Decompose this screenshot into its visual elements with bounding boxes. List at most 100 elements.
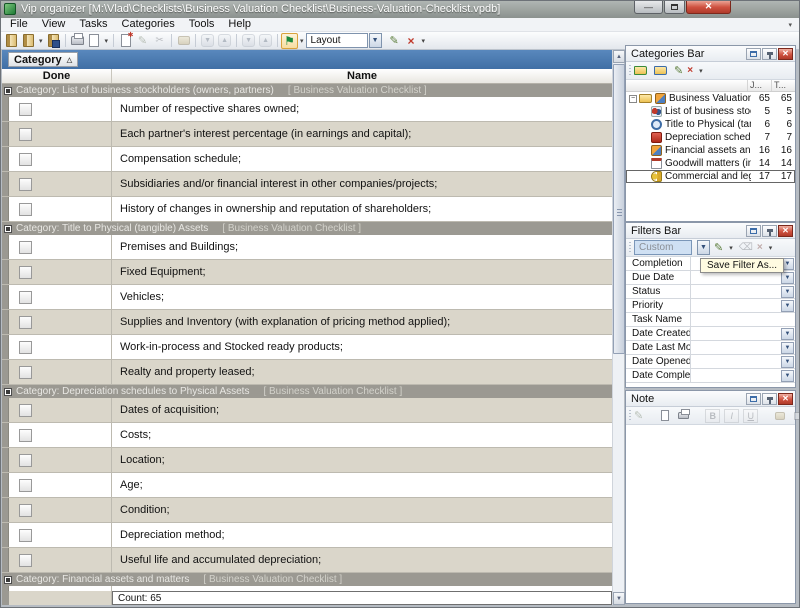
filter-value[interactable] bbox=[691, 285, 781, 298]
task-row[interactable]: Costs; bbox=[2, 423, 612, 448]
manage-categories-button[interactable] bbox=[654, 66, 667, 75]
task-row[interactable]: Vehicles; bbox=[2, 285, 612, 310]
filter-value[interactable] bbox=[691, 313, 795, 326]
menu-help[interactable]: Help bbox=[221, 18, 258, 31]
done-checkbox[interactable] bbox=[19, 504, 32, 517]
collapse-all-button[interactable]: ▲ bbox=[257, 33, 274, 49]
collapse-icon[interactable]: − bbox=[629, 95, 637, 103]
scroll-down-icon[interactable]: ▼ bbox=[613, 592, 625, 605]
done-checkbox[interactable] bbox=[19, 128, 32, 141]
edit-category-button[interactable]: ✎ bbox=[674, 64, 683, 77]
tree-count-column-2[interactable]: T... bbox=[771, 80, 795, 91]
filter-value[interactable] bbox=[691, 355, 781, 368]
filter-value[interactable] bbox=[691, 369, 781, 382]
bold-button[interactable]: B bbox=[705, 409, 720, 423]
hide-completed-button[interactable] bbox=[175, 33, 192, 49]
delete-category-button[interactable]: × bbox=[687, 65, 693, 76]
done-checkbox[interactable] bbox=[19, 554, 32, 567]
maximize-button[interactable] bbox=[664, 0, 685, 14]
category-tree-item[interactable]: List of business stockholders (owners, p… bbox=[626, 105, 795, 118]
new-task-button[interactable] bbox=[117, 33, 134, 49]
done-checkbox[interactable] bbox=[19, 203, 32, 216]
pin-panel-button[interactable] bbox=[762, 48, 777, 60]
new-note-button[interactable] bbox=[657, 409, 672, 423]
done-checkbox[interactable] bbox=[19, 291, 32, 304]
print-button[interactable] bbox=[69, 33, 86, 49]
collapse-icon[interactable] bbox=[4, 225, 12, 233]
save-note-button[interactable]: ✎ bbox=[634, 409, 643, 422]
task-row[interactable]: Fixed Equipment; bbox=[2, 260, 612, 285]
done-checkbox[interactable] bbox=[19, 241, 32, 254]
category-tree-item[interactable]: Commercial and legal matters1717 bbox=[626, 170, 795, 183]
scrollbar-thumb[interactable] bbox=[613, 64, 625, 354]
group-header[interactable]: Category: List of business stockholders … bbox=[2, 84, 612, 97]
task-row[interactable]: Supplies and Inventory (with explanation… bbox=[2, 310, 612, 335]
collapse-icon[interactable] bbox=[4, 87, 12, 95]
vertical-scrollbar[interactable]: ▲ ▼ bbox=[612, 50, 624, 605]
done-checkbox[interactable] bbox=[19, 103, 32, 116]
category-tree-item[interactable]: Title to Physical (tangible) Assets66 bbox=[626, 118, 795, 131]
filter-dropdown-icon[interactable]: ▼ bbox=[781, 286, 794, 298]
category-tree-item[interactable]: Financial assets and matters1616 bbox=[626, 144, 795, 157]
filter-dropdown-icon[interactable]: ▼ bbox=[781, 272, 794, 284]
layout-combobox-dropdown-icon[interactable]: ▼ bbox=[369, 33, 382, 48]
menu-file[interactable]: File bbox=[3, 18, 35, 31]
clear-filter-button[interactable]: ⌫ bbox=[739, 242, 753, 253]
filter-preset-dropdown-icon[interactable]: ▼ bbox=[697, 240, 710, 255]
print-preview-button[interactable] bbox=[86, 33, 103, 49]
done-checkbox[interactable] bbox=[19, 529, 32, 542]
delete-filter-button[interactable]: × bbox=[757, 242, 763, 253]
layout-toggle-button[interactable]: ⚑ bbox=[281, 33, 298, 49]
menu-view[interactable]: View bbox=[35, 18, 73, 31]
menu-tasks[interactable]: Tasks bbox=[72, 18, 114, 31]
print-dropdown-icon[interactable]: ▾ bbox=[103, 37, 111, 45]
insert-table-button[interactable] bbox=[791, 409, 800, 423]
task-row[interactable]: Dates of acquisition; bbox=[2, 398, 612, 423]
open-notebook-button[interactable] bbox=[20, 33, 37, 49]
task-row[interactable]: Each partner's interest percentage (in e… bbox=[2, 122, 612, 147]
save-notebook-button[interactable] bbox=[45, 33, 62, 49]
group-by-chip[interactable]: Category △ bbox=[8, 52, 78, 67]
done-checkbox[interactable] bbox=[19, 429, 32, 442]
close-panel-button[interactable]: ✕ bbox=[778, 393, 793, 405]
filters-toolbar-overflow-icon[interactable]: ▾ bbox=[767, 244, 775, 252]
task-row[interactable]: Number of respective shares owned; bbox=[2, 97, 612, 122]
group-header[interactable]: Category: Title to Physical (tangible) A… bbox=[2, 222, 612, 235]
filter-dropdown-icon[interactable]: ▼ bbox=[781, 328, 794, 340]
task-row[interactable]: Location; bbox=[2, 448, 612, 473]
task-row[interactable]: Work-in-process and Stocked ready produc… bbox=[2, 335, 612, 360]
float-panel-button[interactable] bbox=[746, 225, 761, 237]
collapse-icon[interactable] bbox=[4, 576, 12, 584]
task-row[interactable]: Condition; bbox=[2, 498, 612, 523]
done-checkbox[interactable] bbox=[19, 366, 32, 379]
menu-overflow-icon[interactable]: ▾ bbox=[788, 21, 792, 29]
save-layout-button[interactable]: ✎ bbox=[386, 33, 403, 49]
close-button[interactable]: ✕ bbox=[686, 0, 731, 14]
toolbar-overflow-icon[interactable]: ▾ bbox=[420, 37, 428, 45]
task-row[interactable]: Realty and property leased; bbox=[2, 360, 612, 385]
task-row[interactable]: Useful life and accumulated depreciation… bbox=[2, 548, 612, 573]
group-header[interactable]: Category: Financial assets and matters[ … bbox=[2, 573, 612, 586]
done-checkbox[interactable] bbox=[19, 479, 32, 492]
float-panel-button[interactable] bbox=[746, 393, 761, 405]
scroll-up-icon[interactable]: ▲ bbox=[613, 50, 625, 63]
tree-count-column-1[interactable]: J... bbox=[747, 80, 771, 91]
done-checkbox[interactable] bbox=[19, 341, 32, 354]
save-filter-button[interactable]: ✎ bbox=[714, 241, 723, 254]
delete-task-button[interactable]: ✂ bbox=[151, 33, 168, 49]
layout-toggle-dropdown-icon[interactable]: ▾ bbox=[298, 37, 306, 45]
open-notebook-dropdown-icon[interactable]: ▾ bbox=[37, 37, 45, 45]
expand-all-button[interactable]: ▼ bbox=[240, 33, 257, 49]
underline-button[interactable]: U bbox=[743, 409, 758, 423]
filter-dropdown-icon[interactable]: ▼ bbox=[781, 300, 794, 312]
task-row[interactable]: Depreciation method; bbox=[2, 523, 612, 548]
move-up-button[interactable]: ▲ bbox=[216, 33, 233, 49]
new-category-button[interactable] bbox=[634, 66, 647, 75]
task-row[interactable]: Compensation schedule; bbox=[2, 147, 612, 172]
close-panel-button[interactable]: ✕ bbox=[778, 48, 793, 60]
done-column-header[interactable]: Done bbox=[2, 69, 112, 83]
float-panel-button[interactable] bbox=[746, 48, 761, 60]
new-notebook-button[interactable] bbox=[3, 33, 20, 49]
menu-categories[interactable]: Categories bbox=[115, 18, 182, 31]
edit-task-button[interactable]: ✎ bbox=[134, 33, 151, 49]
